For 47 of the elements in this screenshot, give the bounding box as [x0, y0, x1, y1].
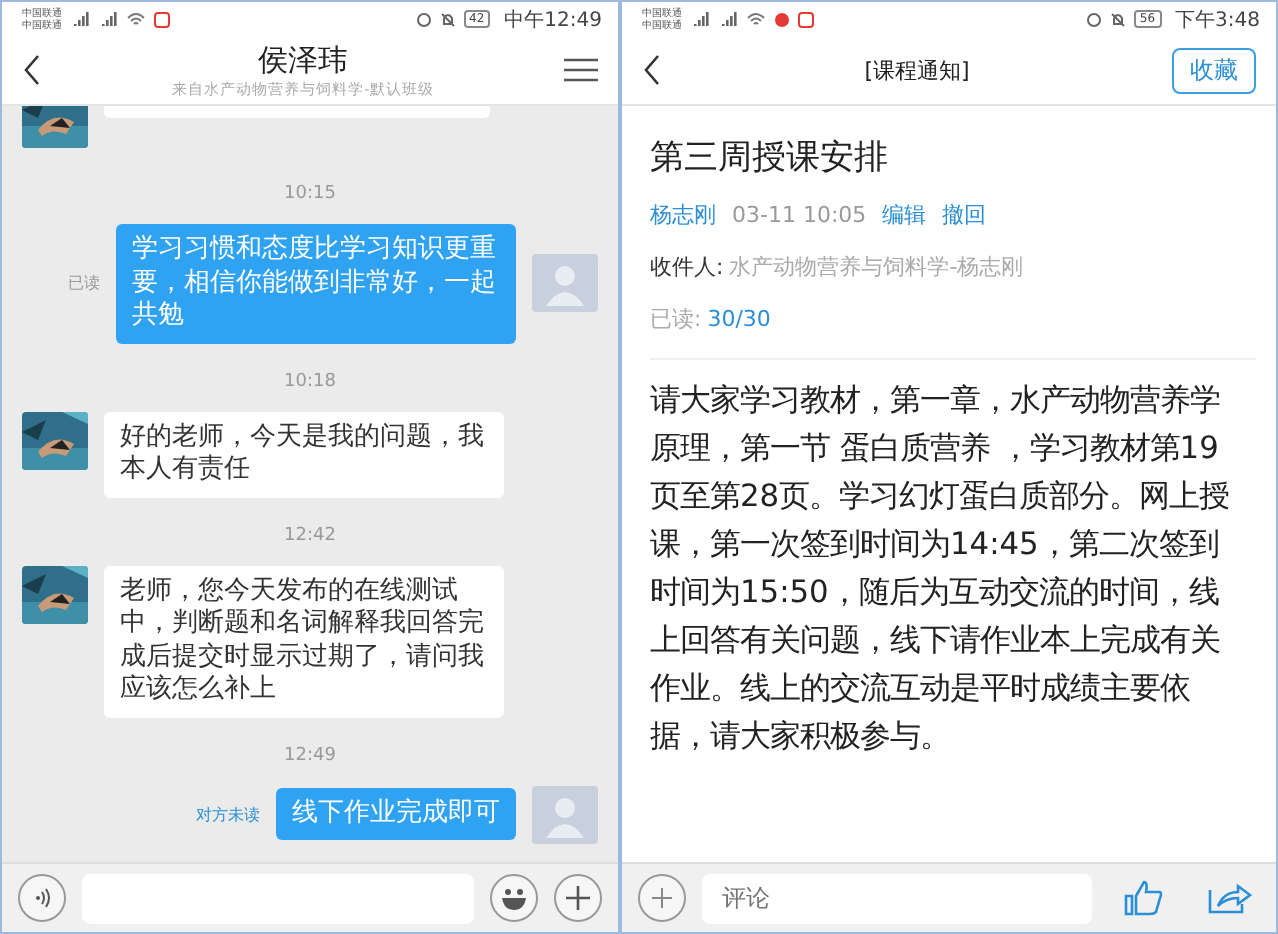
notification-icon [774, 11, 790, 27]
read-label: 已读: [650, 304, 702, 334]
wifi-icon [126, 11, 146, 27]
read-receipt: 已读 [68, 272, 100, 295]
read-receipt: 对方未读 [196, 803, 260, 825]
read-count[interactable]: 30/30 [707, 306, 771, 332]
share-button[interactable] [1208, 882, 1252, 914]
favorite-button[interactable]: 收藏 [1172, 47, 1256, 93]
recipient-label: 收件人: [650, 252, 724, 282]
voice-icon [30, 886, 54, 910]
plus-icon [650, 886, 674, 910]
menu-button[interactable] [564, 58, 598, 82]
notice-body: 请大家学习教材，第一章，水产动物营养学原理，第一节 蛋白质营养 ，学习教材第19页至第28页。学习幻灯蛋白质部分。网上授课，第一次签到时间为14:45，第二次签到时间为15:50，随后为互动交流的时间，线上回答有关问题，线下请作业本上完成有关作业。线上的交流互动是平时成绩主要依据，请大家积极参与。 [650, 380, 1232, 758]
message-time: 12:49 [284, 745, 336, 765]
app-icon [154, 11, 170, 27]
add-button[interactable] [554, 874, 602, 922]
voice-button[interactable] [18, 874, 66, 922]
comment-field[interactable]: 评论 [702, 873, 1092, 923]
message-time: 12:42 [284, 525, 336, 545]
add-button[interactable] [638, 874, 686, 922]
emoji-button[interactable] [490, 874, 538, 922]
action-link[interactable]: 撤回 [942, 200, 987, 230]
app-icon [798, 11, 814, 27]
avatar-icon [532, 254, 598, 313]
message-bubble: 老师，您今天发布的在线测试中，判断题和名词解释我回答完成后提交时显示过期了，请问我应该怎么补上 [104, 565, 504, 717]
message-bubble: 学习习惯和态度比学习知识更重要，相信你能做到非常好，一起共勉 [116, 224, 516, 343]
wifi-icon [746, 11, 766, 27]
message-bubble: 好的老师，今天是我的问题，我本人有责任 [104, 411, 504, 497]
back-button[interactable] [642, 54, 662, 86]
message-time: 10:15 [284, 184, 336, 204]
page-title: [课程通知] [864, 55, 970, 85]
mute-icon [439, 11, 456, 27]
mute-icon [1109, 11, 1126, 27]
action-link[interactable]: 编辑 [882, 200, 927, 230]
notice-title: 第三周授课安排 [650, 136, 890, 180]
notice-date: 03-11 10:05 [732, 202, 867, 228]
author-link[interactable]: 杨志刚 [650, 200, 716, 230]
avatar-icon [532, 785, 598, 843]
message-bubble: 线下作业完成即可 [276, 787, 516, 841]
like-button[interactable] [1124, 880, 1164, 916]
back-button[interactable] [22, 54, 42, 86]
status-time: 下午3:48 [1175, 7, 1260, 33]
recipient-name: 水产动物营养与饲料学-杨志刚 [729, 252, 1024, 282]
message-time: 10:18 [284, 371, 336, 391]
contact-name: 侯泽玮 [258, 41, 348, 79]
plus-icon [564, 884, 592, 912]
status-time: 中午12:49 [504, 7, 602, 33]
